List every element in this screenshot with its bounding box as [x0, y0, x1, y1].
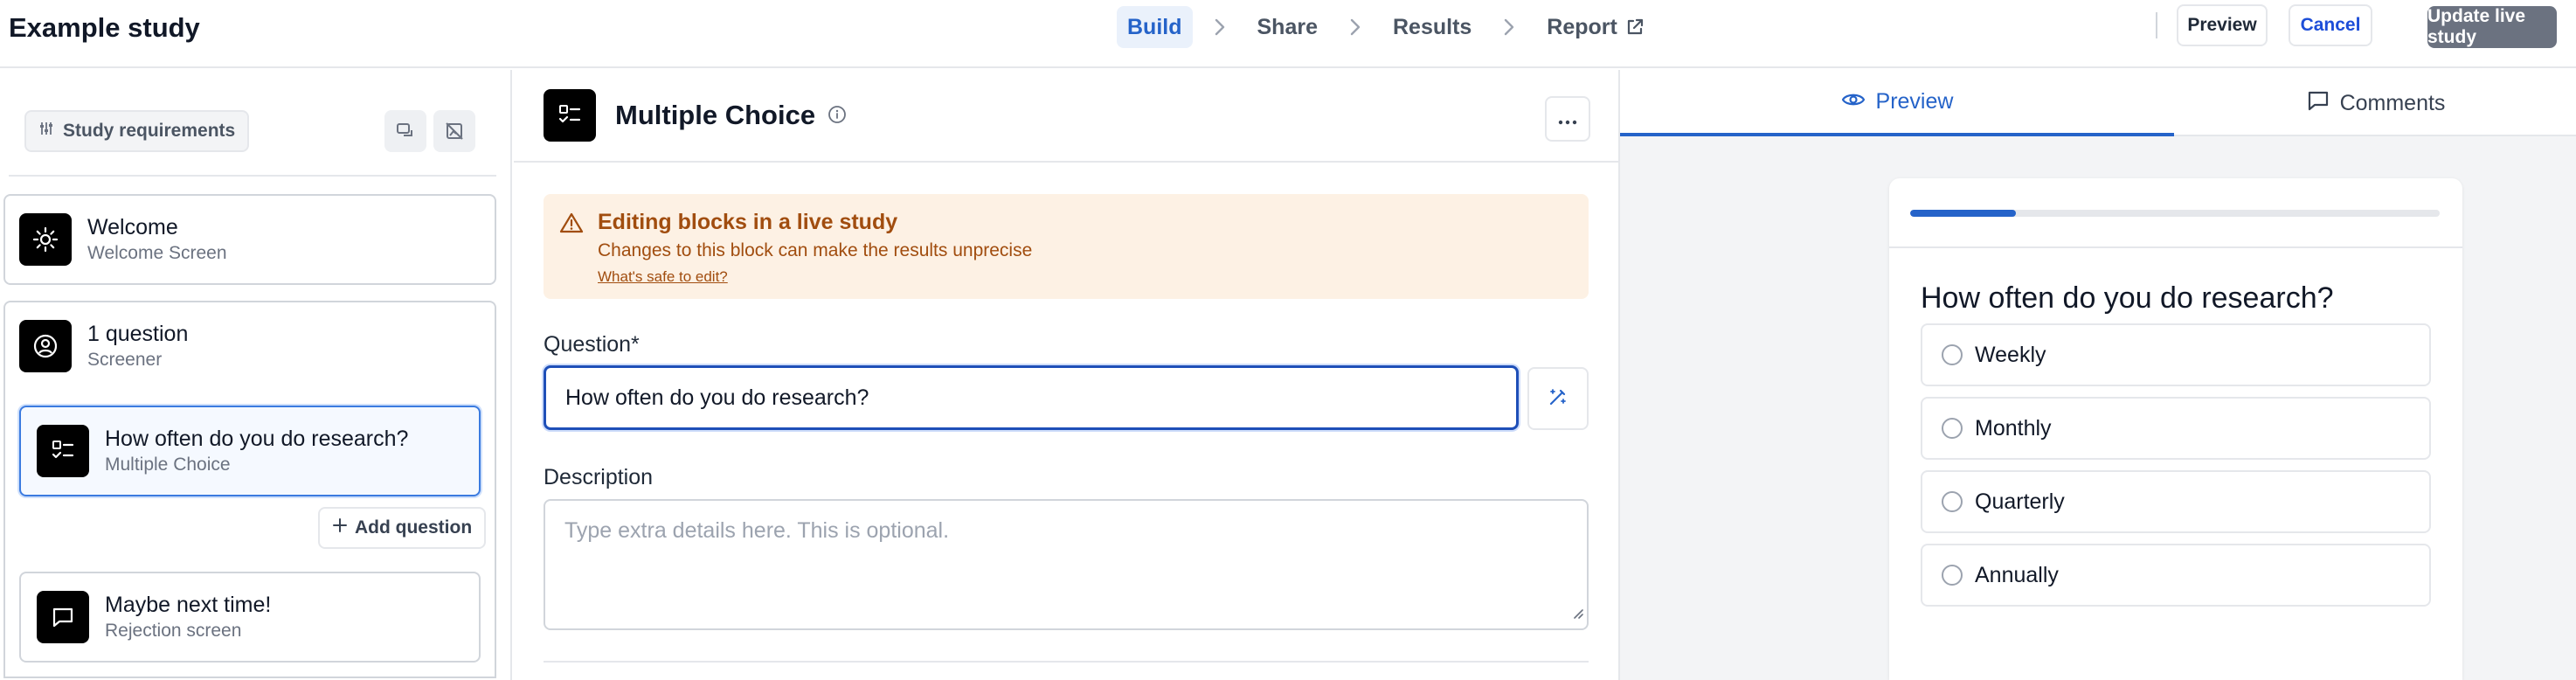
step-build[interactable]: Build [1117, 6, 1193, 48]
step-share[interactable]: Share [1247, 6, 1328, 48]
option-weekly[interactable]: Weekly [1921, 323, 2431, 386]
resize-grip-icon[interactable] [1571, 600, 1583, 625]
cancel-button[interactable]: Cancel [2289, 4, 2372, 46]
tab-comments[interactable]: Comments [2174, 70, 2576, 136]
checklist-icon [37, 425, 89, 477]
chevron-right-icon [1496, 6, 1522, 48]
welcome-title: Welcome [87, 215, 178, 239]
rejection-block-card[interactable]: Maybe next time! Rejection screen [19, 572, 481, 663]
study-title: Example study [9, 12, 200, 43]
chevron-right-icon [1207, 6, 1233, 48]
question-input[interactable]: How often do you do research? [544, 365, 1519, 430]
sidebar-divider [9, 175, 496, 177]
preview-card: How often do you do research? Weekly Mon… [1889, 178, 2462, 680]
option-label: Monthly [1975, 415, 2052, 441]
welcome-block-card[interactable]: Welcome Welcome Screen [3, 194, 496, 285]
description-label: Description [544, 465, 654, 489]
blocks-sidebar: Study requirements Welcome Welcome Scree… [0, 70, 512, 680]
option-label: Quarterly [1975, 489, 2065, 514]
ellipsis-icon [1558, 107, 1577, 131]
block-type-label: Multiple Choice [615, 100, 816, 130]
preview-tabs: Preview Comments [1620, 70, 2576, 136]
question-block-selected[interactable]: How often do you do research? Multiple C… [19, 406, 481, 496]
comments-toggle-icon[interactable] [384, 110, 426, 152]
block-type-title: Multiple Choice [615, 100, 847, 131]
study-steps-nav: Build Share Results Report [1117, 6, 1656, 48]
option-monthly[interactable]: Monthly [1921, 397, 2431, 460]
user-circle-icon [19, 320, 72, 372]
more-options-button[interactable] [1545, 96, 1590, 142]
question-label: Question* [544, 332, 640, 357]
tab-preview-label: Preview [1875, 88, 1954, 114]
screener-block[interactable]: 1 question Screener [19, 320, 188, 372]
description-placeholder: Type extra details here. This is optiona… [564, 518, 950, 543]
step-report-label: Report [1547, 14, 1617, 39]
external-link-icon [1624, 17, 1645, 38]
sun-icon [19, 213, 72, 266]
option-label: Annually [1975, 562, 2059, 587]
welcome-subtitle: Welcome Screen [87, 243, 227, 263]
progress-bar [1910, 210, 2440, 217]
top-bar: Example study Build Share Results Report… [0, 0, 2576, 68]
progress-fill [1910, 210, 2017, 217]
welcome-block[interactable]: Welcome Welcome Screen [19, 213, 227, 266]
block-header: Multiple Choice [514, 70, 1618, 163]
magic-wand-icon [1548, 386, 1568, 412]
warning-text: Changes to this block can make the resul… [598, 240, 1033, 260]
info-icon[interactable] [828, 100, 847, 131]
question-block[interactable]: How often do you do research? Multiple C… [37, 425, 408, 477]
chevron-right-icon [1342, 6, 1368, 48]
header-divider [2156, 12, 2157, 38]
tab-preview[interactable]: Preview [1620, 70, 2174, 136]
eye-icon [1841, 89, 1866, 114]
warning-triangle-icon [559, 212, 584, 239]
preview-panel: Preview Comments How often do you do res… [1618, 70, 2576, 680]
description-textarea[interactable]: Type extra details here. This is optiona… [544, 499, 1589, 630]
preview-question: How often do you do research? [1921, 281, 2334, 315]
radio-icon [1942, 565, 1963, 586]
study-requirements-label: Study requirements [63, 121, 236, 141]
step-report[interactable]: Report [1536, 6, 1656, 48]
plus-icon [332, 517, 348, 538]
question-block-title: How often do you do research? [105, 427, 409, 451]
question-block-subtitle: Multiple Choice [105, 454, 231, 475]
comment-icon [2307, 90, 2330, 117]
option-annually[interactable]: Annually [1921, 544, 2431, 607]
sliders-icon [38, 121, 54, 142]
study-requirements-button[interactable]: Study requirements [24, 110, 250, 152]
rejection-subtitle: Rejection screen [105, 621, 242, 641]
radio-icon [1942, 491, 1963, 512]
section-divider [544, 661, 1589, 663]
rejection-block[interactable]: Maybe next time! Rejection screen [37, 591, 271, 643]
preview-divider [1889, 246, 2462, 248]
option-quarterly[interactable]: Quarterly [1921, 470, 2431, 533]
update-live-study-button[interactable]: Update live study [2427, 6, 2557, 48]
ai-rewrite-button[interactable] [1527, 367, 1589, 430]
tab-comments-label: Comments [2339, 90, 2446, 115]
whats-safe-to-edit-link[interactable]: What's safe to edit? [598, 268, 728, 286]
checklist-icon [544, 89, 596, 142]
message-square-icon [37, 591, 89, 643]
live-study-warning: Editing blocks in a live study Changes t… [544, 194, 1589, 299]
rejection-title: Maybe next time! [105, 593, 272, 617]
add-question-label: Add question [355, 517, 473, 538]
screener-title: 1 question [87, 322, 189, 346]
radio-icon [1942, 344, 1963, 365]
image-off-icon[interactable] [433, 110, 475, 152]
preview-button[interactable]: Preview [2177, 4, 2268, 46]
radio-icon [1942, 418, 1963, 439]
warning-title: Editing blocks in a live study [598, 210, 898, 234]
add-question-button[interactable]: Add question [318, 507, 487, 549]
block-editor: Multiple Choice Editing blocks in a live… [514, 70, 1618, 680]
option-label: Weekly [1975, 342, 2046, 367]
screener-subtitle: Screener [87, 350, 163, 370]
step-results[interactable]: Results [1382, 6, 1482, 48]
